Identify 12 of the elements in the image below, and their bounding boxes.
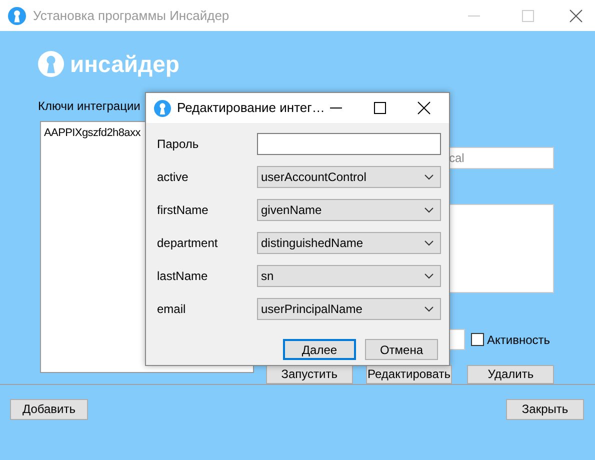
field-label: department <box>157 235 219 252</box>
field-label: email <box>157 301 187 318</box>
dialog-title: Редактирование интег… <box>177 99 326 118</box>
window-title: Установка программы Инсайдер <box>33 6 230 25</box>
keys-label: Ключи интеграции <box>38 99 140 113</box>
brand-name: инсайдер <box>70 52 180 76</box>
checkbox-label: Активность <box>487 332 550 348</box>
field-label: lastName <box>157 268 209 285</box>
field-label: active <box>157 169 190 186</box>
field-value: cal <box>449 150 464 167</box>
field-label: Пароль <box>157 136 200 153</box>
field-label: firstName <box>157 202 210 219</box>
